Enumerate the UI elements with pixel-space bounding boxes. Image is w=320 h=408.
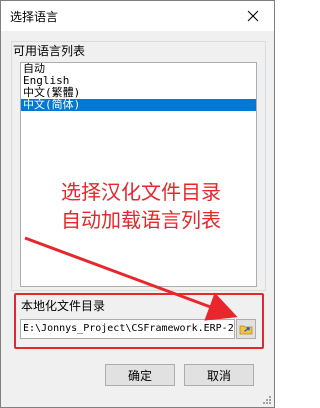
language-listbox[interactable]: 自动 English 中文(繁體) 中文(简体) (20, 62, 257, 287)
annotation-line-2: 自动加载语言列表 (61, 208, 221, 232)
ok-button[interactable]: 确定 (105, 364, 175, 386)
resize-grip-icon[interactable] (262, 395, 272, 405)
list-item-selected[interactable]: 中文(简体) (21, 99, 256, 111)
title-bar: 选择语言 (1, 1, 274, 31)
annotation-line-1: 选择汉化文件目录 (61, 180, 221, 204)
close-button[interactable] (236, 1, 270, 31)
cancel-button[interactable]: 取消 (184, 364, 254, 386)
window-title: 选择语言 (10, 10, 59, 24)
language-dialog: 选择语言 可用语言列表 自动 English 中文(繁體) 中文(简体) 选择汉… (0, 0, 275, 408)
close-icon (247, 10, 259, 22)
highlight-frame (14, 293, 264, 349)
language-group-label: 可用语言列表 (13, 42, 88, 59)
